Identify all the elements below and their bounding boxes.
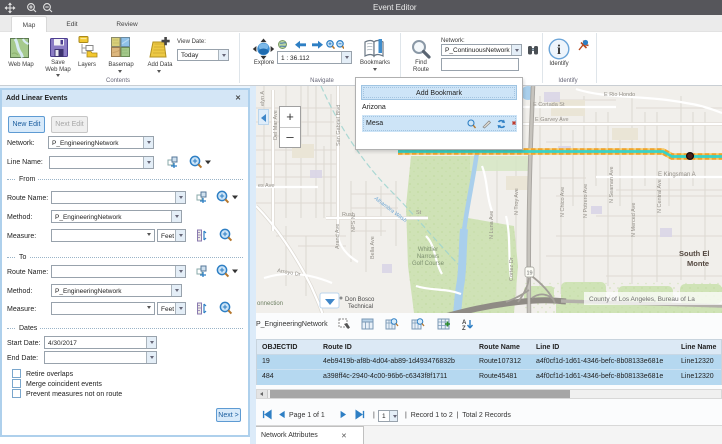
svg-text:N Merced Ave: N Merced Ave [631, 203, 637, 237]
svg-text:19: 19 [526, 271, 532, 277]
svg-text:Whittier: Whittier [418, 247, 438, 253]
svg-text:Technical: Technical [348, 304, 373, 310]
svg-text:County of Los Angeles, Bureau: County of Los Angeles, Bureau of La [589, 296, 695, 303]
svg-text:Arand Ave: Arand Ave [335, 224, 341, 249]
svg-text:South El: South El [679, 249, 709, 258]
svg-text:Monte: Monte [687, 259, 709, 268]
svg-text:onnection: onnection [257, 301, 283, 307]
svg-text:elyn A: elyn A [260, 91, 266, 106]
svg-text:Z: Z [462, 326, 466, 331]
svg-text:N Troy Ave: N Troy Ave [514, 188, 520, 215]
svg-text:N Luna Ave: N Luna Ave [489, 211, 495, 239]
svg-text:E Cortada St: E Cortada St [533, 102, 565, 108]
svg-text:E Kingsman A: E Kingsman A [658, 172, 696, 178]
svg-text:E Rio Hondo: E Rio Hondo [604, 92, 635, 98]
svg-text:N Seaman Ave: N Seaman Ave [609, 166, 615, 203]
svg-text:San Gabriel Blvd: San Gabriel Blvd [336, 105, 342, 146]
svg-text:es Ave: es Ave [258, 183, 274, 189]
svg-text:Rush: Rush [342, 212, 355, 218]
svg-text:St: St [416, 210, 422, 216]
svg-text:i: i [557, 43, 561, 58]
svg-text:N Potrero Ave: N Potrero Ave [583, 184, 589, 218]
svg-text:E Garvey Ave: E Garvey Ave [535, 117, 569, 123]
svg-text:Golf Course: Golf Course [412, 261, 445, 267]
svg-text:Cortez Dr: Cortez Dr [509, 257, 515, 281]
svg-text:N Central Ave: N Central Ave [657, 179, 663, 213]
svg-text:Bella Ave: Bella Ave [370, 236, 376, 259]
svg-text:Don Bosco: Don Bosco [345, 297, 375, 303]
svg-text:Narrows: Narrows [417, 254, 439, 260]
svg-text:N Chico Ave: N Chico Ave [560, 187, 566, 217]
